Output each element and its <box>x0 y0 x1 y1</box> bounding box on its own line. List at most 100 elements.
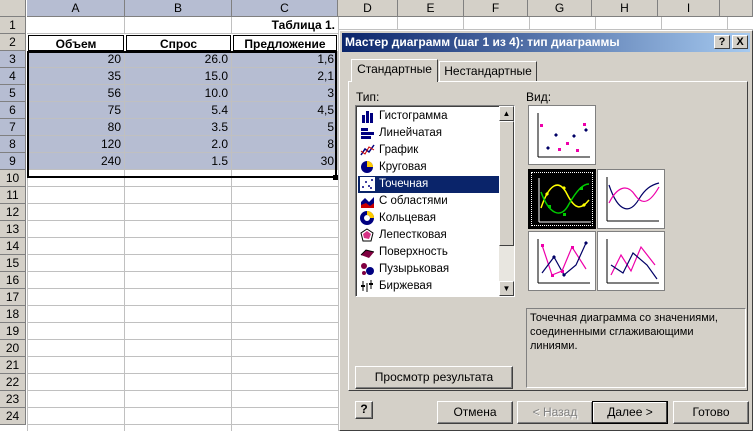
cell-supply[interactable]: 1,6 <box>232 51 338 68</box>
chart-type-item[interactable]: Круговая <box>358 159 499 176</box>
row-header[interactable]: 23 <box>0 391 26 408</box>
table-title[interactable]: Таблица 1. <box>232 17 338 34</box>
scroll-down-arrow-icon[interactable]: ▼ <box>499 281 514 296</box>
column-header-h[interactable]: H <box>592 0 658 17</box>
row-header[interactable]: 15 <box>0 255 26 272</box>
row-header[interactable]: 5 <box>0 85 26 102</box>
row-header[interactable]: 24 <box>0 408 26 425</box>
row-header[interactable]: 17 <box>0 289 26 306</box>
chart-type-item[interactable]: Гистограмма <box>358 108 499 125</box>
row-header[interactable]: 22 <box>0 374 26 391</box>
cell-volume[interactable]: 75 <box>27 102 125 119</box>
titlebar-help-button[interactable]: ? <box>714 35 730 49</box>
cancel-button[interactable]: Отмена <box>437 401 513 424</box>
row-header[interactable]: 11 <box>0 187 26 204</box>
chart-type-item[interactable]: Пузырьковая <box>358 261 499 278</box>
fill-handle[interactable] <box>333 175 338 180</box>
row-header[interactable]: 18 <box>0 306 26 323</box>
row-header[interactable]: 6 <box>0 102 26 119</box>
chart-type-label: Кольцевая <box>379 212 437 224</box>
chart-type-item[interactable]: Линейчатая <box>358 125 499 142</box>
row-header[interactable]: 7 <box>0 119 26 136</box>
titlebar-close-button[interactable]: X <box>732 35 748 49</box>
row-header[interactable]: 10 <box>0 170 26 187</box>
cell-supply[interactable]: 5 <box>232 119 338 136</box>
cell-demand[interactable]: 3.5 <box>125 119 232 136</box>
row-header[interactable]: 3 <box>0 51 26 68</box>
row-header[interactable]: 8 <box>0 136 26 153</box>
cell-demand[interactable]: 5.4 <box>125 102 232 119</box>
chart-type-label: Биржевая <box>379 280 433 292</box>
header-cell-volume[interactable]: Объем <box>28 35 124 51</box>
subtype-lines-markers[interactable] <box>528 231 596 291</box>
subtype-scatter-markers[interactable] <box>528 105 596 165</box>
cell-volume[interactable]: 56 <box>27 85 125 102</box>
scroll-up-arrow-icon[interactable]: ▲ <box>499 106 514 121</box>
cell-volume[interactable]: 120 <box>27 136 125 153</box>
chart-type-item[interactable]: Кольцевая <box>358 210 499 227</box>
chart-type-list[interactable]: Гистограмма Линейчатая График Круговая Т… <box>355 105 515 297</box>
chart-type-item[interactable]: Поверхность <box>358 244 499 261</box>
row-header[interactable]: 19 <box>0 323 26 340</box>
subtype-lines[interactable] <box>597 231 665 291</box>
subtype-smooth-lines-markers[interactable] <box>528 169 596 229</box>
grid-row-1-right[interactable] <box>338 17 753 30</box>
lines-markers-thumbnail <box>537 239 590 284</box>
row-header[interactable]: 12 <box>0 204 26 221</box>
header-cell-supply[interactable]: Предложение <box>233 35 337 51</box>
chart-type-item[interactable]: С областями <box>358 193 499 210</box>
cell-demand[interactable]: 15.0 <box>125 68 232 85</box>
row-header[interactable]: 9 <box>0 153 26 170</box>
empty-grid[interactable] <box>27 170 339 431</box>
chart-type-scrollbar[interactable]: ▲ ▼ <box>499 106 514 296</box>
cell-volume[interactable]: 35 <box>27 68 125 85</box>
cell-supply[interactable]: 3 <box>232 85 338 102</box>
help-button[interactable]: ? <box>355 401 373 419</box>
tab-standard[interactable]: Стандартные <box>351 59 438 82</box>
column-header-g[interactable]: G <box>528 0 592 17</box>
column-header-i[interactable]: I <box>658 0 720 17</box>
row-header[interactable]: 21 <box>0 357 26 374</box>
cell-supply[interactable]: 8 <box>232 136 338 153</box>
cell-a1[interactable] <box>27 17 125 34</box>
row-header[interactable]: 1 <box>0 17 26 34</box>
cell-supply[interactable]: 2,1 <box>232 68 338 85</box>
row-header[interactable]: 16 <box>0 272 26 289</box>
column-header-j[interactable] <box>720 0 753 17</box>
cell-demand[interactable]: 1.5 <box>125 153 232 170</box>
column-header-c[interactable]: C <box>232 0 338 17</box>
cell-demand[interactable]: 2.0 <box>125 136 232 153</box>
row-header[interactable]: 13 <box>0 221 26 238</box>
scroll-thumb[interactable] <box>499 121 514 246</box>
row-header[interactable]: 4 <box>0 68 26 85</box>
preview-button[interactable]: Просмотр результата <box>355 366 513 389</box>
chart-type-item[interactable]: График <box>358 142 499 159</box>
column-header-b[interactable]: B <box>125 0 232 17</box>
cell-volume[interactable]: 240 <box>27 153 125 170</box>
column-header-f[interactable]: F <box>464 0 528 17</box>
back-button[interactable]: < Назад <box>517 401 593 424</box>
finish-button[interactable]: Готово <box>673 401 749 424</box>
subtype-smooth-lines[interactable] <box>597 169 665 229</box>
cell-volume[interactable]: 20 <box>27 51 125 68</box>
next-button[interactable]: Далее > <box>592 401 668 424</box>
chart-type-item-selected[interactable]: Точечная <box>358 176 499 193</box>
row-header[interactable]: 2 <box>0 34 26 51</box>
cell-demand[interactable]: 10.0 <box>125 85 232 102</box>
row-header[interactable]: 20 <box>0 340 26 357</box>
column-header-a[interactable]: A <box>27 0 125 17</box>
header-cell-demand[interactable]: Спрос <box>126 35 231 51</box>
cell-supply[interactable]: 4,5 <box>232 102 338 119</box>
cell-demand[interactable]: 26.0 <box>125 51 232 68</box>
cell-b1[interactable] <box>125 17 232 34</box>
chart-type-item[interactable]: Лепестковая <box>358 227 499 244</box>
cell-supply[interactable]: 30 <box>232 153 338 170</box>
row-header[interactable]: 14 <box>0 238 26 255</box>
cell-volume[interactable]: 80 <box>27 119 125 136</box>
select-all-corner[interactable] <box>0 0 26 17</box>
chart-type-item[interactable]: Биржевая <box>358 278 499 295</box>
column-header-d[interactable]: D <box>338 0 398 17</box>
column-header-e[interactable]: E <box>398 0 464 17</box>
dialog-titlebar[interactable]: Мастер диаграмм (шаг 1 из 4): тип диагра… <box>342 33 750 52</box>
tab-custom[interactable]: Нестандартные <box>439 61 537 82</box>
